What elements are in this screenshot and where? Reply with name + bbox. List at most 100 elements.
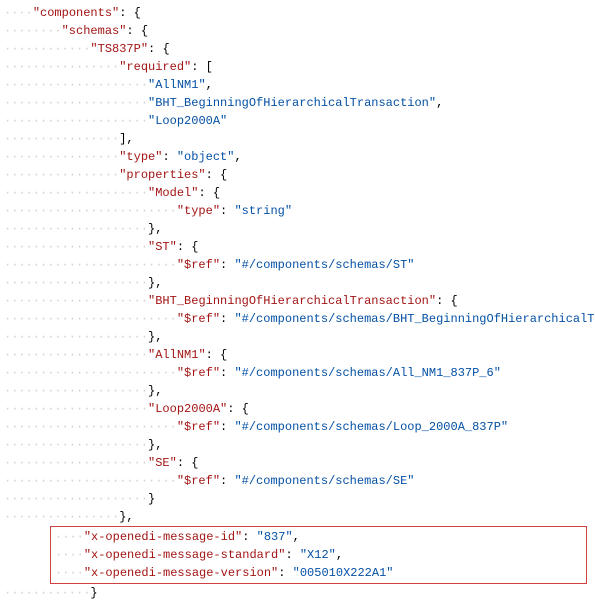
json-punct: :: [162, 150, 176, 164]
json-brace: [: [206, 60, 213, 74]
json-brace: {: [141, 24, 148, 38]
code-line: ····"x-openedi-message-id": "837",: [51, 528, 586, 546]
json-brace: {: [450, 294, 457, 308]
json-brace: {: [242, 402, 249, 416]
json-key: "type": [177, 204, 220, 218]
json-punct: :: [278, 566, 292, 580]
json-string: "005010X222A1": [293, 566, 394, 580]
json-punct: :: [206, 168, 220, 182]
json-punct: :: [220, 474, 234, 488]
code-line: ····················"Loop2000A": [0, 112, 595, 130]
json-string: "#/components/schemas/BHT_BeginningOfHie…: [234, 312, 595, 326]
json-punct: :: [220, 204, 234, 218]
json-string: "837": [257, 530, 293, 544]
code-line: ························"$ref": "#/compo…: [0, 256, 595, 274]
json-punct: :: [191, 60, 205, 74]
code-line: ····················"AllNM1": {: [0, 346, 595, 364]
code-line: ····················"ST": {: [0, 238, 595, 256]
json-punct: ,: [155, 384, 162, 398]
code-line: ················"type": "object",: [0, 148, 595, 166]
json-string: "AllNM1": [148, 78, 206, 92]
code-line: ····················"SE": {: [0, 454, 595, 472]
code-line: ····················"AllNM1",: [0, 76, 595, 94]
json-string: "object": [177, 150, 235, 164]
json-string: "#/components/schemas/SE": [234, 474, 414, 488]
json-brace: {: [162, 42, 169, 56]
code-line: ························"$ref": "#/compo…: [0, 310, 595, 328]
json-punct: ,: [155, 438, 162, 452]
code-line: ····················},: [0, 436, 595, 454]
json-key: "TS837P": [90, 42, 148, 56]
json-key: "components": [33, 6, 119, 20]
json-punct: ,: [155, 330, 162, 344]
code-line: ····················},: [0, 382, 595, 400]
json-brace: {: [191, 456, 198, 470]
code-line: ················],: [0, 130, 595, 148]
json-punct: :: [198, 186, 212, 200]
json-key: "Model": [148, 186, 198, 200]
code-line: ····"x-openedi-message-standard": "X12",: [51, 546, 586, 564]
json-brace: {: [220, 168, 227, 182]
highlight-box: ····"x-openedi-message-id": "837",····"x…: [50, 526, 587, 584]
json-punct: ,: [126, 132, 133, 146]
json-punct: :: [177, 456, 191, 470]
json-punct: ,: [293, 530, 300, 544]
json-key: "x-openedi-message-id": [84, 530, 242, 544]
json-key: "ST": [148, 240, 177, 254]
json-punct: ,: [234, 150, 241, 164]
json-punct: :: [242, 530, 256, 544]
code-line: ····"x-openedi-message-version": "005010…: [51, 564, 586, 582]
json-punct: :: [119, 6, 133, 20]
json-punct: ,: [126, 510, 133, 524]
code-line: ····················},: [0, 274, 595, 292]
json-key: "x-openedi-message-version": [84, 566, 278, 580]
code-line: ························"$ref": "#/compo…: [0, 418, 595, 436]
json-key: "required": [119, 60, 191, 74]
code-line: ························"$ref": "#/compo…: [0, 364, 595, 382]
code-line: ············"TS837P": {: [0, 40, 595, 58]
json-string: "string": [234, 204, 292, 218]
json-string: "BHT_BeginningOfHierarchicalTransaction": [148, 96, 436, 110]
json-punct: ,: [206, 78, 213, 92]
json-string: "X12": [300, 548, 336, 562]
json-brace: {: [191, 240, 198, 254]
json-key: "$ref": [177, 366, 220, 380]
json-key: "type": [119, 150, 162, 164]
json-punct: :: [177, 240, 191, 254]
json-key: "BHT_BeginningOfHierarchicalTransaction": [148, 294, 436, 308]
code-line: ················"properties": {: [0, 166, 595, 184]
json-key: "$ref": [177, 258, 220, 272]
code-line: ························"$ref": "#/compo…: [0, 472, 595, 490]
json-string: "#/components/schemas/All_NM1_837P_6": [234, 366, 500, 380]
json-brace: {: [134, 6, 141, 20]
json-punct: :: [220, 366, 234, 380]
json-key: "AllNM1": [148, 348, 206, 362]
json-punct: :: [285, 548, 299, 562]
json-punct: :: [206, 348, 220, 362]
json-punct: :: [220, 312, 234, 326]
json-string: "#/components/schemas/ST": [234, 258, 414, 272]
code-line: ················"required": [: [0, 58, 595, 76]
json-string: "Loop2000A": [148, 114, 227, 128]
code-line: ····················},: [0, 220, 595, 238]
json-punct: :: [220, 420, 234, 434]
json-key: "schemas": [62, 24, 127, 38]
json-string: "#/components/schemas/Loop_2000A_837P": [234, 420, 508, 434]
json-key: "Loop2000A": [148, 402, 227, 416]
json-punct: :: [227, 402, 241, 416]
json-key: "x-openedi-message-standard": [84, 548, 286, 562]
json-punct: ,: [336, 548, 343, 562]
json-brace: }: [90, 586, 97, 600]
json-key: "$ref": [177, 474, 220, 488]
code-line: ························"type": "string": [0, 202, 595, 220]
json-punct: :: [220, 258, 234, 272]
json-code-block: ····"components": {········"schemas": {·…: [0, 4, 595, 602]
json-punct: ,: [436, 96, 443, 110]
code-line: ····················"BHT_BeginningOfHier…: [0, 292, 595, 310]
json-key: "properties": [119, 168, 205, 182]
code-line: ····················"BHT_BeginningOfHier…: [0, 94, 595, 112]
code-line: ············}: [0, 584, 595, 602]
code-line: ····"components": {: [0, 4, 595, 22]
json-punct: ,: [155, 222, 162, 236]
json-punct: :: [436, 294, 450, 308]
